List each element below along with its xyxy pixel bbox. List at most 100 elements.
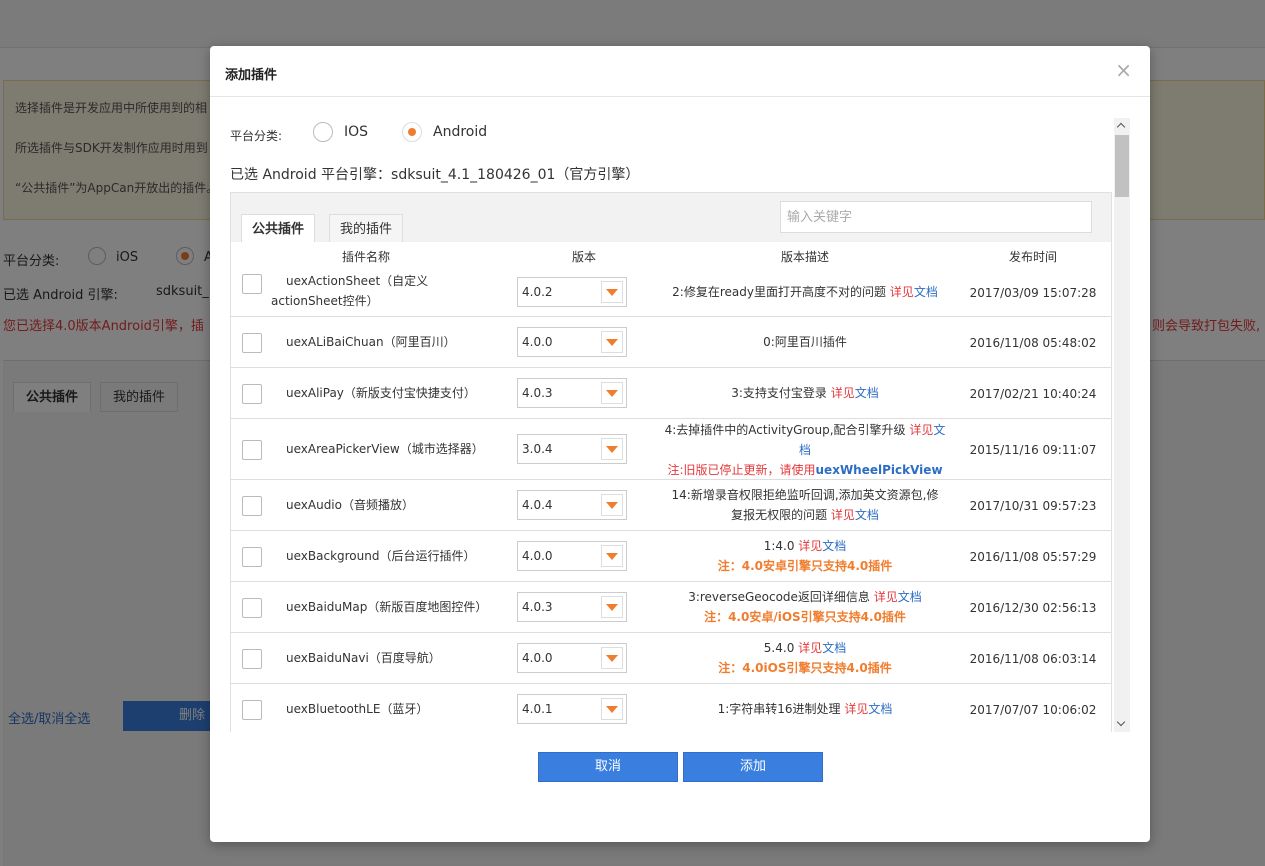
plugin-description: 3:reverseGeocode返回详细信息 详见文档 注：4.0安卓/iOS引… [655,587,955,627]
scroll-thumb[interactable] [1115,135,1129,197]
row-checkbox[interactable] [242,496,262,516]
dialog-title: 添加插件 [225,68,278,83]
platform-label: 平台分类: [230,129,283,143]
table-row: uexActionSheet（自定义actionSheet控件） 4.0.2 2… [231,266,1111,317]
publish-time: 2016/11/08 06:03:14 [969,652,1097,666]
scroll-up-icon[interactable] [1114,118,1130,134]
tab-public-plugins[interactable]: 公共插件 [241,214,316,244]
detail-link[interactable]: 详见 [831,508,855,522]
detail-link[interactable]: 详见 [890,285,914,299]
desc-text: 1:字符串转16进制处理 [717,702,841,716]
plugin-description: 1:4.0 详见文档 注：4.0安卓引擎只支持4.0插件 [655,536,955,576]
version-value: 3.0.4 [522,442,553,456]
doc-link[interactable]: 文档 [855,508,879,522]
row-checkbox[interactable] [242,700,262,720]
desc-text: 4:去掉插件中的ActivityGroup,配合引擎升级 [664,423,906,437]
desc-text: 5.4.0 [763,641,795,655]
add-plugin-dialog: 添加插件 × 平台分类: IOS Android 已选 Android 平台引擎… [210,46,1150,842]
plugin-name: uexAudio（音频播放） [286,498,414,512]
version-select[interactable]: 4.0.4 [517,490,627,520]
vertical-scrollbar[interactable] [1114,118,1130,732]
table-row: uexBaiduNavi（百度导航） 4.0.0 5.4.0 详见文档 注：4.… [231,633,1111,684]
detail-link[interactable]: 详见 [798,539,822,553]
version-select[interactable]: 4.0.0 [517,643,627,673]
search-input[interactable] [780,201,1092,233]
add-button[interactable]: 添加 [683,752,823,782]
doc-link[interactable]: 文档 [914,285,938,299]
row-checkbox[interactable] [242,547,262,567]
publish-time: 2017/02/21 10:40:24 [969,387,1097,401]
dialog-header: 添加插件 × [210,46,1150,97]
row-checkbox[interactable] [242,333,262,353]
row-checkbox[interactable] [242,384,262,404]
table-row: uexAliPay（新版支付宝快捷支付） 4.0.3 3:支持支付宝登录 详见文… [231,368,1111,419]
publish-time: 2016/11/08 05:48:02 [969,336,1097,350]
desc-text: 1:4.0 [763,539,795,553]
cancel-button[interactable]: 取消 [538,752,678,782]
tab-my-plugins[interactable]: 我的插件 [329,214,404,244]
version-select[interactable]: 4.0.3 [517,592,627,622]
table-row: uexAudio（音频播放） 4.0.4 14:新增录音权限拒绝监听回调,添加英… [231,480,1111,531]
compatibility-notice: 注：4.0安卓引擎只支持4.0插件 [717,559,893,573]
plugin-tabs-bar: 公共插件 我的插件 [230,192,1112,244]
row-checkbox[interactable] [242,598,262,618]
replacement-plugin-link[interactable]: uexWheelPickView [816,463,943,477]
col-name-header: 插件名称 [341,250,390,264]
version-select[interactable]: 4.0.0 [517,541,627,571]
close-icon[interactable]: × [1115,60,1132,80]
publish-time: 2017/10/31 09:57:23 [969,499,1097,513]
detail-link[interactable]: 详见 [831,386,855,400]
doc-link[interactable]: 文档 [898,590,922,604]
publish-time: 2016/12/30 02:56:13 [969,601,1097,615]
version-select[interactable]: 3.0.4 [517,434,627,464]
doc-link[interactable]: 文档 [822,641,846,655]
radio-ios[interactable] [313,122,333,142]
col-description-header: 版本描述 [780,250,829,264]
version-select[interactable]: 4.0.0 [517,327,627,357]
plugin-name: uexAreaPickerView（城市选择器） [286,442,484,456]
row-checkbox[interactable] [242,649,262,669]
detail-link[interactable]: 详见 [909,423,933,437]
compatibility-notice: 注：4.0安卓/iOS引擎只支持4.0插件 [704,610,906,624]
plugin-name: uexBackground（后台运行插件） [286,549,476,563]
doc-link[interactable]: 文档 [822,539,846,553]
version-value: 4.0.0 [522,651,553,665]
chevron-down-icon [601,545,623,567]
version-value: 4.0.0 [522,549,553,563]
publish-time: 2017/07/07 10:06:02 [969,703,1097,717]
detail-link[interactable]: 详见 [798,641,822,655]
scroll-down-icon[interactable] [1114,716,1130,732]
publish-time: 2017/03/09 15:07:28 [969,286,1097,300]
radio-android[interactable] [402,122,422,142]
plugin-description: 3:支持支付宝登录 详见文档 [655,383,955,403]
desc-text: 3:reverseGeocode返回详细信息 [688,590,870,604]
chevron-down-icon [601,382,623,404]
version-select[interactable]: 4.0.1 [517,694,627,724]
radio-ios-label: IOS [344,124,369,140]
desc-text: 0:阿里百川插件 [763,335,847,349]
col-version-header: 版本 [571,250,596,264]
plugin-description: 2:修复在ready里面打开高度不对的问题 详见文档 [655,282,955,302]
chevron-down-icon [601,698,623,720]
row-checkbox[interactable] [242,440,262,460]
plugin-name: uexBluetoothLE（蓝牙） [286,702,429,716]
plugin-name: uexBaiduNavi（百度导航） [286,651,441,665]
doc-link[interactable]: 文档 [868,702,892,716]
detail-link[interactable]: 详见 [844,702,868,716]
deprecation-notice: 注:旧版已停止更新，请使用 [667,463,816,477]
selected-engine-text: 已选 Android 平台引擎：sdksuit_4.1_180426_01（官方… [230,167,640,183]
table-row: uexALiBaiChuan（阿里百川） 4.0.0 0:阿里百川插件 2016… [231,317,1111,368]
version-select[interactable]: 4.0.3 [517,378,627,408]
version-value: 4.0.1 [522,702,553,716]
publish-time: 2016/11/08 05:57:29 [969,550,1097,564]
row-checkbox[interactable] [242,274,262,294]
plugin-description: 4:去掉插件中的ActivityGroup,配合引擎升级 详见文档 注:旧版已停… [660,420,950,480]
doc-link[interactable]: 文档 [855,386,879,400]
plugin-description: 0:阿里百川插件 [655,332,955,352]
table-row: uexBackground（后台运行插件） 4.0.0 1:4.0 详见文档 注… [231,531,1111,582]
version-select[interactable]: 4.0.2 [517,277,627,307]
version-value: 4.0.4 [522,498,553,512]
plugin-table: 插件名称 版本 版本描述 发布时间 uexActionSheet（自定义acti… [230,242,1112,732]
detail-link[interactable]: 详见 [874,590,898,604]
chevron-down-icon [601,281,623,303]
